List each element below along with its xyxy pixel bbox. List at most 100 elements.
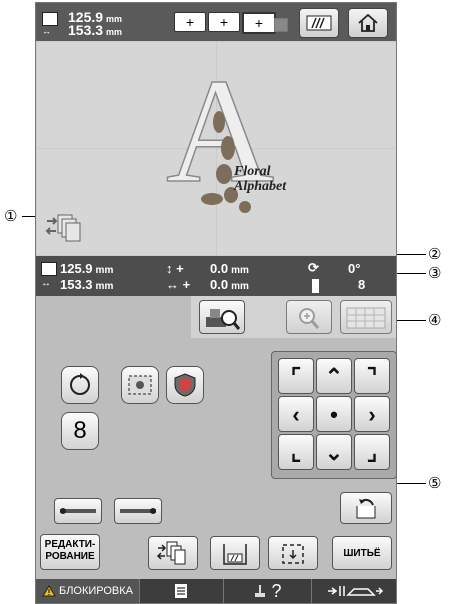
h-offset-sign: +	[182, 277, 191, 292]
info-width-arrow-icon: ↔	[41, 278, 51, 289]
caption-line-2: Alphabet	[234, 179, 287, 194]
frame-small: +	[174, 12, 206, 32]
repeat-label: 8	[73, 417, 87, 444]
bottom-bar: БЛОКИРОВКА ?	[36, 579, 396, 603]
move-up-right-button[interactable]: ⌝	[354, 358, 390, 394]
pattern-info-bar: ↔ 125.9 mm 153.3 mm ↕ + ↔ + 0.0 mm 0.0 mm ⟳ …	[36, 256, 396, 296]
info-height-value: 125.9	[60, 261, 93, 276]
sew-label: ШИТЬЁ	[343, 548, 381, 559]
move-down-left-button[interactable]: ⌞	[278, 434, 314, 470]
pattern-preview[interactable]: A Floral Alphabet	[36, 41, 396, 256]
shield-icon	[174, 373, 196, 397]
pattern-caption: Floral Alphabet	[234, 164, 286, 194]
applique-button[interactable]	[166, 366, 204, 404]
frame-indicator: + + +	[174, 12, 288, 34]
move-left-button[interactable]: ‹	[278, 396, 314, 432]
rotate-icon	[70, 373, 90, 395]
pattern-order-icon	[44, 213, 84, 245]
help-label: ?	[271, 581, 282, 602]
home-icon	[358, 13, 378, 32]
rotate-button[interactable]	[61, 366, 99, 404]
grid-icon	[346, 307, 386, 329]
grid-button[interactable]	[340, 300, 392, 334]
vertical-arrow-icon: ↕	[166, 261, 173, 276]
pattern-order-button-icon	[156, 541, 186, 565]
sew-button[interactable]: ШИТЬЁ	[332, 536, 392, 570]
stitch-icon	[306, 15, 332, 31]
width-value: 153.3	[68, 22, 104, 38]
caption-line-1: Floral	[234, 164, 271, 179]
width-arrow-icon: ↔	[42, 26, 51, 36]
top-bar: ↔ 125.9 mm 153.3 mm + + +	[36, 3, 396, 41]
control-panel: 8 ⌜ ⌃ ⌝ ‹ • › ⌞ ⌄ ⌟ РЕДАКТИ- РОВАНИЕ ШИТ…	[36, 296, 397, 579]
return-button[interactable]	[340, 492, 392, 524]
move-up-left-button[interactable]: ⌜	[278, 358, 314, 394]
magnify-button[interactable]	[286, 300, 332, 334]
mirror-button[interactable]	[121, 366, 159, 404]
move-down-right-button[interactable]: ⌟	[354, 434, 390, 470]
horizontal-arrow-icon: ↔	[166, 277, 179, 292]
home-button[interactable]	[348, 8, 388, 38]
frame-medium: +	[208, 12, 240, 32]
needle-end-button[interactable]	[114, 498, 162, 524]
flower-decoration	[221, 136, 235, 160]
v-offset-unit: mm	[231, 265, 249, 276]
warning-icon	[42, 585, 56, 597]
basting-button[interactable]	[210, 536, 260, 570]
thread-spool-icon	[312, 279, 319, 293]
trial-button[interactable]	[268, 536, 318, 570]
help-tab[interactable]: ?	[223, 579, 312, 603]
needle-start-button[interactable]	[54, 498, 102, 524]
thread-list-icon	[175, 584, 187, 599]
presser-foot-tab[interactable]	[311, 579, 396, 603]
lock-tab[interactable]: БЛОКИРОВКА	[36, 579, 140, 603]
trial-frame-icon	[282, 544, 304, 564]
lock-label: БЛОКИРОВКА	[58, 585, 134, 597]
rotation-icon: ⟳	[308, 260, 319, 275]
needle-start-icon	[60, 508, 96, 514]
scan-camera-icon	[206, 309, 241, 330]
thread-count: 8	[358, 277, 366, 292]
frame-extra	[274, 18, 288, 32]
move-down-button[interactable]: ⌄	[316, 434, 352, 470]
embroidery-screen: ↔ 125.9 mm 153.3 mm + + + A Floral Alphabe…	[35, 2, 397, 604]
callout-1: ①	[4, 208, 18, 225]
flower-decoration	[239, 201, 251, 213]
presser-foot-icon	[327, 586, 383, 597]
move-right-button[interactable]: ›	[354, 396, 390, 432]
needle-end-icon	[120, 508, 156, 514]
pattern-order-button[interactable]	[148, 536, 198, 570]
info-size-icon	[41, 262, 57, 276]
callout-2: ②	[428, 246, 442, 263]
repeat-button[interactable]: 8	[61, 412, 99, 450]
callout-3: ③	[428, 265, 442, 282]
thread-list-tab[interactable]	[139, 579, 224, 603]
width-unit: mm	[106, 27, 123, 37]
edit-label-line-2: РОВАНИЕ	[45, 551, 95, 562]
edit-button[interactable]: РЕДАКТИ- РОВАНИЕ	[40, 534, 100, 570]
callout-4-line	[394, 320, 426, 321]
info-height-unit: mm	[95, 265, 114, 276]
pattern-size-display: ↔ 125.9 mm 153.3 mm	[40, 8, 148, 38]
stitch-view-button[interactable]	[299, 8, 339, 38]
flower-decoration	[201, 193, 223, 205]
v-offset-sign: +	[176, 261, 184, 276]
h-offset-value: 0.0	[210, 277, 229, 292]
info-width-value: 153.3	[60, 277, 93, 292]
frame-large: +	[242, 12, 276, 34]
move-up-button[interactable]: ⌃	[316, 358, 352, 394]
callout-4: ④	[428, 312, 442, 329]
flower-decoration	[216, 164, 232, 184]
v-offset-value: 0.0	[210, 261, 229, 276]
scan-frame-button[interactable]	[199, 300, 245, 334]
mirror-icon	[128, 375, 152, 395]
rotation-value: 0°	[348, 261, 361, 276]
callout-5: ⑤	[428, 475, 442, 492]
basting-icon	[223, 544, 247, 565]
magnify-icon	[299, 308, 320, 329]
info-width-unit: mm	[95, 281, 114, 292]
machine-icon	[255, 585, 266, 598]
flower-decoration	[213, 111, 225, 133]
h-offset-unit: mm	[231, 281, 249, 292]
move-center-button[interactable]: •	[316, 396, 352, 432]
